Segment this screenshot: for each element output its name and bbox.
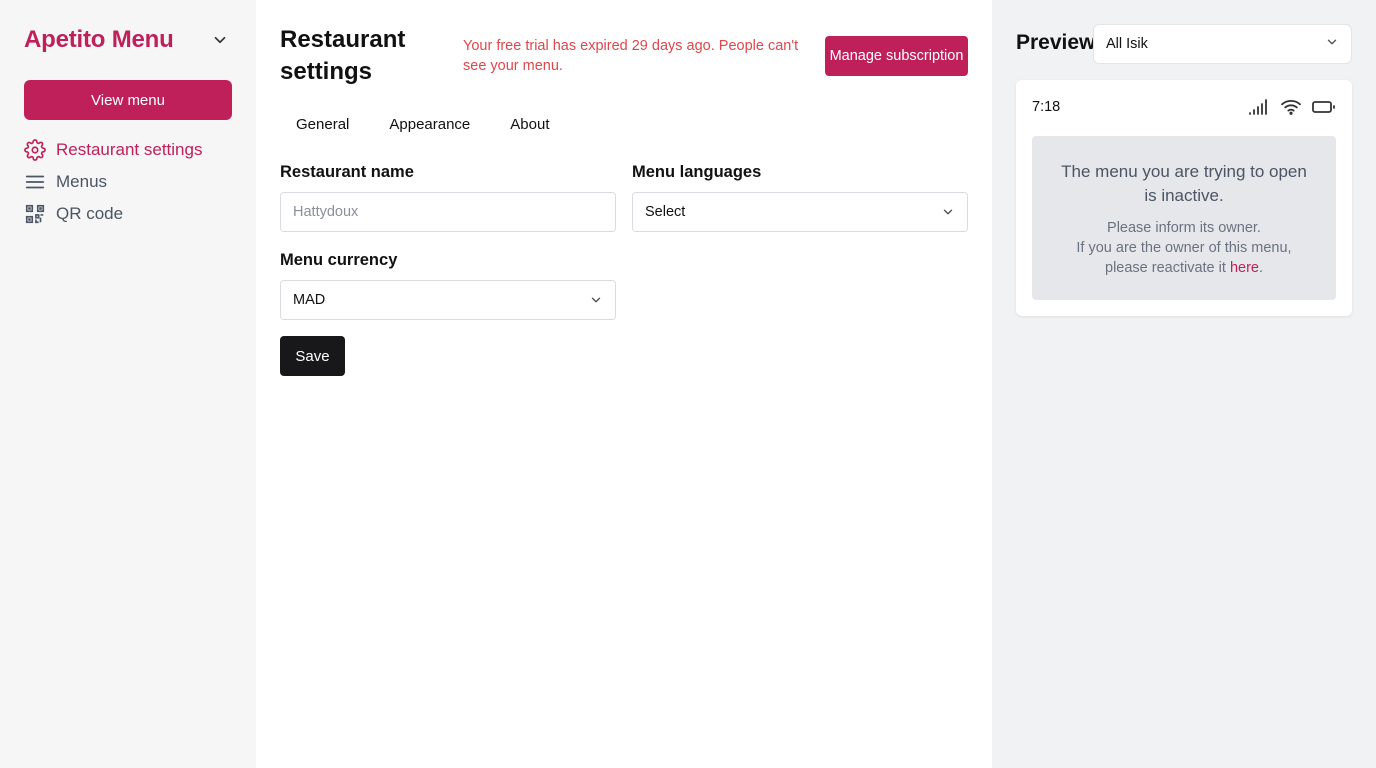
notice-line-end: . bbox=[1258, 260, 1263, 276]
notice-line: Please inform its owner. bbox=[1107, 220, 1261, 236]
menu-languages-value: Select bbox=[645, 204, 686, 220]
brand-name: Apetito Menu bbox=[24, 26, 174, 53]
reactivate-link[interactable]: here bbox=[1230, 260, 1259, 276]
sidebar-item-label: Restaurant settings bbox=[56, 140, 203, 159]
notice-line-text: please reactivate it bbox=[1105, 260, 1230, 276]
tab-appearance[interactable]: Appearance bbox=[373, 108, 486, 140]
chevron-down-icon[interactable] bbox=[210, 30, 230, 50]
manage-subscription-button[interactable]: Manage subscription bbox=[825, 36, 968, 76]
menu-languages-select[interactable]: Select bbox=[632, 192, 968, 232]
qr-code-icon bbox=[24, 203, 46, 225]
status-icons bbox=[1248, 98, 1336, 121]
chevron-down-icon bbox=[1325, 35, 1339, 53]
menu-lines-icon bbox=[24, 171, 46, 193]
phone-preview: 7:18 The menu you are trying to open is … bbox=[1016, 80, 1352, 316]
menu-currency-select[interactable]: MAD bbox=[280, 280, 616, 320]
main-content: Restaurant settings Your free trial has … bbox=[256, 0, 992, 768]
menu-languages-label: Menu languages bbox=[632, 163, 762, 181]
page-title: Restaurant settings bbox=[280, 26, 406, 85]
sidebar-item-restaurant-settings[interactable]: Restaurant settings bbox=[24, 134, 234, 166]
notice-line: please reactivate it here. bbox=[1032, 258, 1336, 278]
brand-switcher[interactable]: Apetito Menu bbox=[24, 24, 232, 56]
preview-title: Preview bbox=[1016, 31, 1096, 54]
tab-general[interactable]: General bbox=[280, 108, 365, 140]
restaurant-name-input[interactable]: Hattydoux bbox=[280, 192, 616, 232]
notice-body: Please inform its owner. If you are the … bbox=[1032, 218, 1336, 278]
save-button[interactable]: Save bbox=[280, 336, 345, 376]
chevron-down-icon bbox=[941, 205, 955, 219]
preview-menu-select[interactable]: All Isik bbox=[1093, 24, 1352, 64]
sidebar-nav: Restaurant settings Menus QR code bbox=[24, 134, 234, 230]
restaurant-name-label: Restaurant name bbox=[280, 163, 414, 181]
status-time: 7:18 bbox=[1032, 99, 1061, 115]
notice-heading: The menu you are trying to open is inact… bbox=[1061, 162, 1307, 205]
preview-panel: Preview All Isik 7:18 The menu you are t… bbox=[992, 0, 1376, 768]
tab-about[interactable]: About bbox=[494, 108, 565, 140]
menu-currency-value: MAD bbox=[293, 292, 326, 308]
sidebar-item-qr-code[interactable]: QR code bbox=[24, 198, 234, 230]
sidebar-item-menus[interactable]: Menus bbox=[24, 166, 234, 198]
sidebar-item-label: Menus bbox=[56, 172, 108, 191]
sidebar: Apetito Menu View menu Restaurant settin… bbox=[0, 0, 256, 768]
trial-expired-message: Your free trial has expired 29 days ago.… bbox=[463, 38, 799, 74]
view-menu-button[interactable]: View menu bbox=[24, 80, 232, 120]
menu-currency-label: Menu currency bbox=[280, 251, 398, 269]
battery-icon bbox=[1312, 100, 1336, 119]
wifi-icon bbox=[1280, 98, 1302, 121]
sidebar-item-label: QR code bbox=[56, 204, 124, 223]
chevron-down-icon bbox=[589, 293, 603, 307]
preview-menu-value: All Isik bbox=[1106, 36, 1148, 52]
gear-icon bbox=[24, 139, 46, 161]
notice-line: If you are the owner of this menu, bbox=[1076, 240, 1292, 256]
settings-tabs: General Appearance About bbox=[280, 108, 573, 140]
signal-icon bbox=[1248, 98, 1270, 121]
inactive-menu-notice: The menu you are trying to open is inact… bbox=[1032, 136, 1336, 300]
